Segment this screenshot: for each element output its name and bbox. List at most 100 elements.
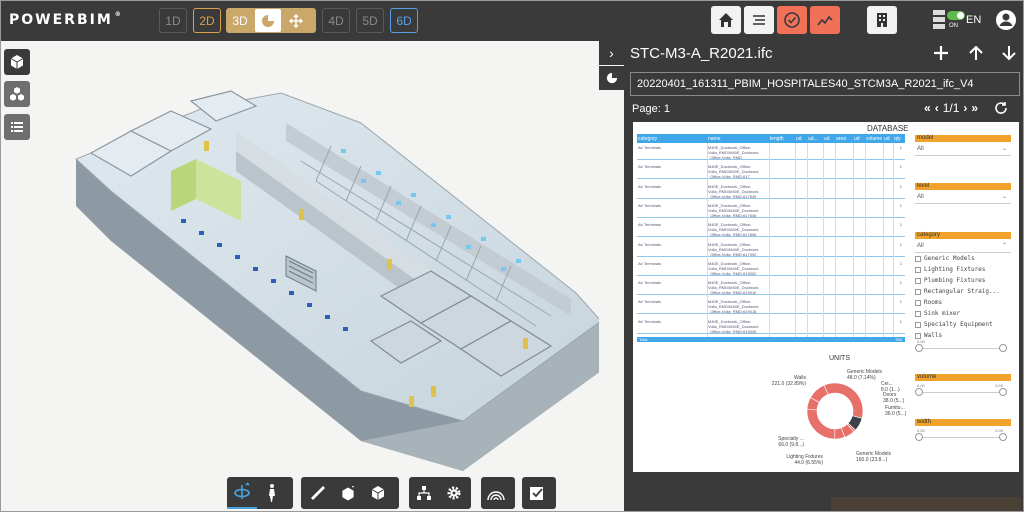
category-option[interactable]: Specialty Equipment	[915, 319, 1011, 330]
category-range-slider[interactable]: 0.00	[915, 339, 1011, 355]
section-box-button[interactable]	[333, 477, 363, 509]
gear-icon	[447, 486, 461, 500]
table-header-cell: qty	[894, 136, 901, 142]
add-button[interactable]	[932, 44, 950, 62]
database-title: DATABASE	[867, 124, 909, 133]
category-option-label: Rectangular Straig...	[924, 287, 1000, 295]
walk-tool-button[interactable]	[257, 477, 287, 509]
checkbox[interactable]	[915, 288, 921, 295]
checkbox[interactable]	[915, 310, 921, 317]
cell-category: Air Terminals	[638, 299, 662, 305]
arrow-down-icon	[1002, 46, 1016, 61]
layers-button[interactable]	[4, 81, 30, 107]
table-header-cell: volume	[866, 136, 883, 142]
dimension-5d-button[interactable]: 5D	[356, 8, 384, 33]
app-logo: POWERBIM ®	[9, 11, 121, 28]
dimension-3d-button[interactable]: 3D	[226, 8, 254, 33]
report-file-select[interactable]: 20220401_161311_PBIM_HOSPITALES40_STCM3A…	[630, 72, 1020, 96]
donut-slice[interactable]	[806, 409, 836, 440]
collapse-panel-button[interactable]: ›	[599, 41, 624, 65]
category-option[interactable]: Rooms	[915, 297, 1011, 308]
explode-cube-button[interactable]	[363, 477, 393, 509]
category-option[interactable]: Lighting Fixtures	[915, 264, 1011, 275]
refresh-icon[interactable]	[994, 101, 1008, 115]
home-button[interactable]	[711, 6, 741, 34]
home-icon	[719, 13, 733, 27]
panel-footer-bar	[831, 497, 1021, 511]
model-filter[interactable]: model All ⌄	[915, 135, 1011, 156]
move-arrows-icon[interactable]	[282, 8, 310, 33]
panel-side-strip: ›	[599, 41, 624, 511]
plus-icon	[934, 46, 948, 60]
slice-value: 66.0 (9.8...)	[778, 442, 804, 448]
orbit-icon	[234, 482, 250, 499]
3d-model-viewport[interactable]	[31, 41, 602, 511]
top-bar: POWERBIM ® 1D 2D 3D 4D 5D 6D ON EN	[1, 1, 1023, 41]
checkbox[interactable]	[915, 299, 921, 306]
hierarchy-button[interactable]	[409, 477, 439, 509]
category-option[interactable]: Walls	[915, 330, 1011, 341]
slice-value: 221.0 (32.89%)	[771, 381, 806, 387]
chevron-down-icon: ⌄	[1001, 194, 1007, 200]
check-button[interactable]	[777, 6, 807, 34]
arrow-up-icon	[969, 45, 983, 60]
dimension-2d-button[interactable]: 2D	[193, 8, 221, 33]
checkbox[interactable]	[915, 255, 921, 262]
settings-button[interactable]	[439, 477, 469, 509]
level-filter[interactable]: level All ⌄	[915, 183, 1011, 204]
cube-view-button[interactable]	[4, 49, 30, 75]
category-option[interactable]: Sink mixer	[915, 308, 1011, 319]
width-filter[interactable]: width 0.00 0.00	[915, 419, 1011, 444]
category-option-label: Specialty Equipment	[924, 320, 993, 328]
cell-name: M40E_Ductwork_Office- Volla_RMD/M40E_Duc…	[708, 318, 759, 333]
cell-category: Air Terminals	[638, 260, 662, 266]
language-selector[interactable]: EN	[966, 14, 981, 26]
rainbow-button[interactable]	[481, 477, 511, 509]
user-profile-button[interactable]	[995, 9, 1017, 36]
report-canvas: DATABASE category name length ud ud... ud area…	[633, 122, 1019, 472]
list-button[interactable]	[744, 6, 774, 34]
measure-tool-button[interactable]	[303, 477, 333, 509]
cell-qty: 1	[899, 164, 902, 170]
slice-value: 38.0 (5...)	[883, 398, 905, 404]
donut-slice[interactable]	[823, 382, 864, 419]
pie-chart-icon	[606, 72, 617, 84]
dimension-4d-button[interactable]: 4D	[322, 8, 350, 33]
table-total-row: Total 765	[637, 337, 905, 342]
pager-text: 1/1	[942, 101, 960, 115]
table-header-cell: ud	[884, 136, 890, 142]
building-3d-model	[75, 90, 602, 471]
category-option[interactable]: Rectangular Straig...	[915, 286, 1011, 297]
page-indicator: Page: 1	[632, 103, 670, 115]
dimension-6d-button[interactable]: 6D	[390, 8, 418, 33]
building-button[interactable]	[867, 6, 897, 34]
pie-chart-icon[interactable]	[255, 9, 281, 32]
pager: « ‹ 1/1 › »	[924, 101, 1008, 115]
category-option[interactable]: Plumbing Fixtures	[915, 275, 1011, 286]
checkbox[interactable]	[915, 332, 921, 339]
checklist-button[interactable]	[522, 477, 552, 509]
checkbox[interactable]	[915, 321, 921, 328]
category-option[interactable]: Generic Models	[915, 253, 1011, 264]
move-up-button[interactable]	[967, 44, 985, 62]
cell-qty: 1	[899, 299, 902, 305]
volume-filter[interactable]: volume 0.00 0.00	[915, 374, 1011, 399]
server-toggle[interactable]: ON	[933, 8, 967, 39]
report-tab-button[interactable]	[599, 66, 624, 90]
move-down-button[interactable]	[1000, 44, 1018, 62]
list-tree-icon	[11, 122, 23, 132]
category-option-label: Plumbing Fixtures	[924, 276, 986, 284]
trend-chart-button[interactable]	[810, 6, 840, 34]
tree-list-button[interactable]	[4, 114, 30, 140]
category-filter[interactable]: category All ⌃ Generic Models Lighting Fix…	[915, 232, 1011, 355]
first-page-icon[interactable]: «	[924, 101, 931, 115]
prev-page-icon[interactable]: ‹	[935, 101, 939, 115]
checkbox[interactable]	[915, 277, 921, 284]
checkbox[interactable]	[915, 266, 921, 273]
orbit-tool-button[interactable]	[227, 477, 257, 509]
dimension-1d-button[interactable]: 1D	[159, 8, 187, 33]
cube-icon	[10, 55, 24, 69]
category-option-label: Rooms	[924, 298, 943, 306]
last-page-icon[interactable]: »	[971, 101, 978, 115]
next-page-icon[interactable]: ›	[963, 101, 967, 115]
